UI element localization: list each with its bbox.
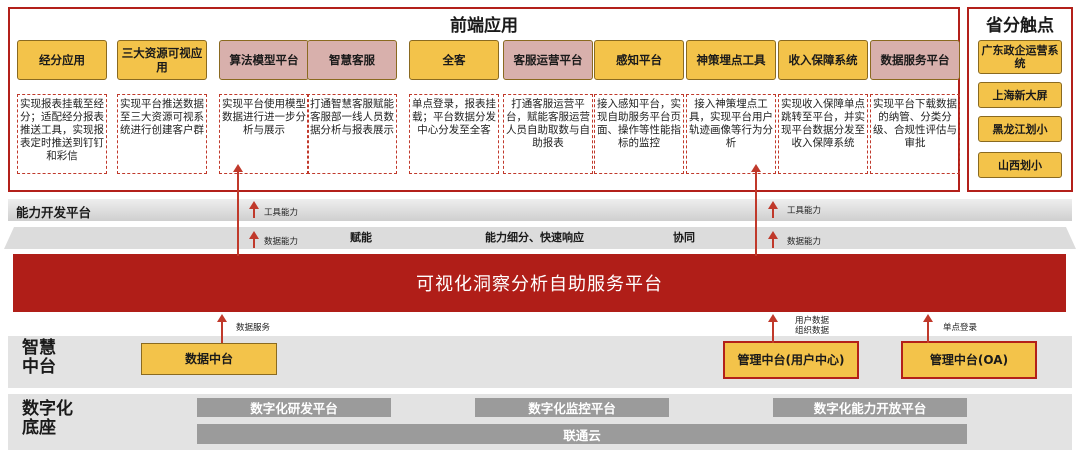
unicom-cloud-bar: 联通云 [197, 424, 967, 444]
app-description: 打通客服运营平台，赋能客服运营人员自助取数与自助报表 [503, 94, 593, 174]
data-capability-label-left: 数据能力 [264, 237, 299, 247]
province-item: 上海新大屏 [978, 82, 1062, 108]
data-middle-platform-box: 数据中台 [141, 343, 277, 375]
app-button: 经分应用 [17, 40, 107, 80]
frontend-title: 前端应用 [450, 16, 518, 36]
app-description: 实现报表挂载至经分；适配经分报表推送工具，实现报表定时推送到钉钉和彩信 [17, 94, 107, 174]
app-description: 实现平台推送数据至三大资源可视系统进行创建客户群 [117, 94, 207, 174]
user-org-data-label: 用户数据组织数据 [795, 316, 830, 336]
data-capability-label-right: 数据能力 [787, 237, 822, 247]
management-middle-user-center-box: 管理中台(用户中心) [723, 341, 859, 379]
province-item: 黑龙江划小 [978, 116, 1062, 142]
band-item-empower: 赋能 [350, 231, 372, 244]
province-item: 山西划小 [978, 152, 1062, 178]
province-item: 广东政企运营系统 [978, 40, 1062, 74]
app-button: 感知平台 [594, 40, 684, 80]
app-description: 打通智慧客服赋能客服部一线人员数据分析与报表展示 [307, 94, 397, 174]
band-item-segmentation: 能力细分、快速响应 [485, 231, 584, 244]
tool-capability-label-left: 工具能力 [264, 208, 299, 218]
digital-monitor-platform-bar: 数字化监控平台 [475, 398, 669, 417]
smart-middle-title: 智慧中台 [22, 338, 56, 377]
digital-open-platform-bar: 数字化能力开放平台 [773, 398, 967, 417]
band-item-collaborate: 协同 [673, 231, 695, 244]
app-button: 客服运营平台 [503, 40, 593, 80]
tool-capability-label-right: 工具能力 [787, 206, 822, 216]
app-button: 算法模型平台 [219, 40, 309, 80]
app-description: 实现平台下载数据的纳管、分类分级、合规性评估与审批 [870, 94, 960, 174]
province-title: 省分触点 [986, 16, 1054, 36]
app-button: 全客 [409, 40, 499, 80]
data-service-label: 数据服务 [236, 323, 271, 333]
app-button: 收入保障系统 [778, 40, 868, 80]
app-description: 接入神策埋点工具，实现平台用户轨迹画像等行为分析 [686, 94, 776, 174]
insight-platform-banner: 可视化洞察分析自助服务平台 [13, 254, 1066, 312]
app-description: 实现收入保障单点跳转至平台，并实现平台数据分发至收入保障系统 [778, 94, 868, 174]
app-description: 单点登录，报表挂载；平台数据分发中心分发至全客 [409, 94, 499, 174]
digital-rd-platform-bar: 数字化研发平台 [197, 398, 391, 417]
capability-platform-title: 能力开发平台 [16, 205, 92, 220]
app-description: 接入感知平台，实现自助服务平台页面、操作等性能指标的监控 [594, 94, 684, 174]
capability-platform-bar [8, 199, 1072, 221]
app-button: 神策埋点工具 [686, 40, 776, 80]
app-button: 三大资源可视应用 [117, 40, 207, 80]
digital-base-title: 数字化底座 [22, 399, 73, 438]
app-button: 智慧客服 [307, 40, 397, 80]
app-button: 数据服务平台 [870, 40, 960, 80]
management-middle-oa-box: 管理中台(OA) [901, 341, 1037, 379]
app-description: 实现平台使用模型数据进行进一步分析与展示 [219, 94, 309, 174]
sso-label: 单点登录 [943, 323, 978, 333]
